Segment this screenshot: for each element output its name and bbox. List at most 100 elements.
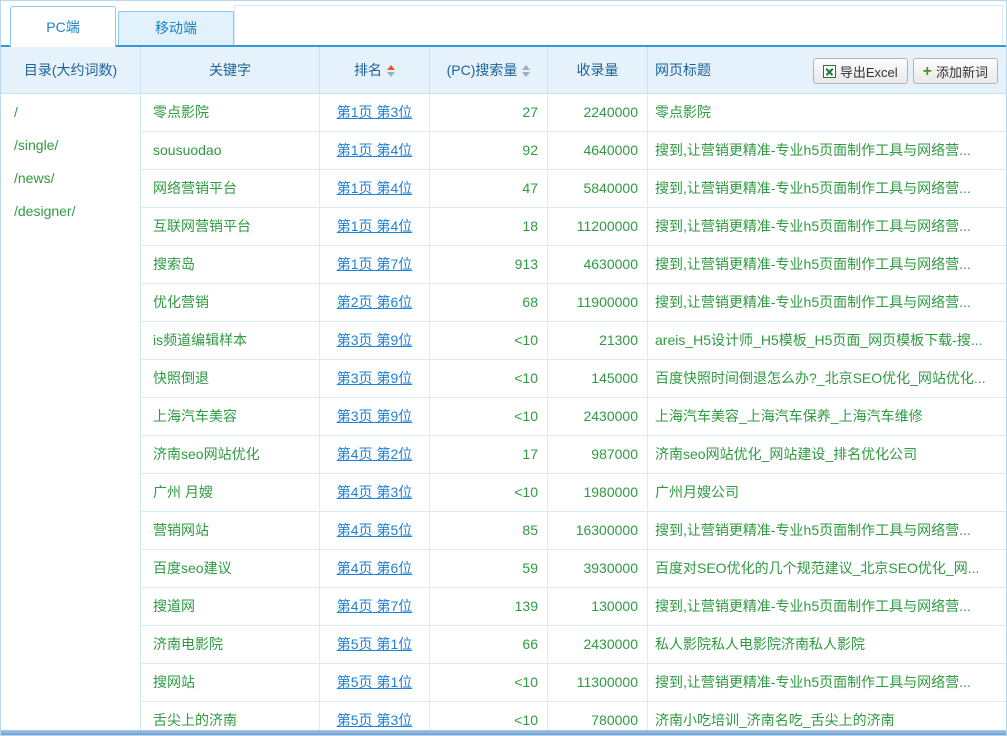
rank-cell: 第1页 第3位 xyxy=(320,94,430,131)
col-header-rank[interactable]: 排名 xyxy=(320,47,430,93)
table-row: 网络营销平台 第1页 第4位 47 5840000 搜到,让营销更精准-专业h5… xyxy=(141,170,1006,208)
keyword-cell: 百度seo建议 xyxy=(141,550,320,587)
rank-cell: 第1页 第7位 xyxy=(320,246,430,283)
rank-cell: 第4页 第3位 xyxy=(320,474,430,511)
rank-cell: 第3页 第9位 xyxy=(320,398,430,435)
directory-path-item[interactable]: /news/ xyxy=(1,162,140,195)
rank-link[interactable]: 第2页 第6位 xyxy=(337,294,412,310)
page-title-cell: 济南seo网站优化_网站建设_排名优化公司 xyxy=(648,436,1006,473)
search-volume-cell: 92 xyxy=(430,132,548,169)
page-title-cell: 搜到,让营销更精准-专业h5页面制作工具与网络营... xyxy=(648,132,1006,169)
search-volume-sort-icon[interactable] xyxy=(522,65,530,77)
tab-bar-underline xyxy=(1,45,1006,47)
rank-cell: 第5页 第1位 xyxy=(320,664,430,701)
table-row: 上海汽车美容 第3页 第9位 <10 2430000 上海汽车美容_上海汽车保养… xyxy=(141,398,1006,436)
page-title-cell: 广州月嫂公司 xyxy=(648,474,1006,511)
tab-bar-empty-area xyxy=(234,5,1003,45)
export-excel-button[interactable]: 导出Excel xyxy=(813,58,908,84)
rank-cell: 第4页 第5位 xyxy=(320,512,430,549)
table-row: 互联网营销平台 第1页 第4位 18 11200000 搜到,让营销更精准-专业… xyxy=(141,208,1006,246)
index-count-cell: 16300000 xyxy=(548,512,648,549)
table-row: 广州 月嫂 第4页 第3位 <10 1980000 广州月嫂公司 xyxy=(141,474,1006,512)
sort-asc-arrow xyxy=(387,65,395,70)
directory-path-item[interactable]: /designer/ xyxy=(1,195,140,228)
index-count-cell: 4640000 xyxy=(548,132,648,169)
index-count-cell: 3930000 xyxy=(548,550,648,587)
rank-cell: 第1页 第4位 xyxy=(320,170,430,207)
rank-link[interactable]: 第4页 第6位 xyxy=(337,560,412,576)
directory-column: / /single/ /news/ /designer/ xyxy=(1,94,141,735)
col-header-keyword: 关键字 xyxy=(141,47,320,93)
search-volume-cell: 59 xyxy=(430,550,548,587)
page-title-cell: 搜到,让营销更精准-专业h5页面制作工具与网络营... xyxy=(648,588,1006,625)
page-title-cell: 搜到,让营销更精准-专业h5页面制作工具与网络营... xyxy=(648,512,1006,549)
table-row: 济南电影院 第5页 第1位 66 2430000 私人影院私人电影院济南私人影院 xyxy=(141,626,1006,664)
add-keyword-label: 添加新词 xyxy=(936,62,988,81)
index-count-cell: 987000 xyxy=(548,436,648,473)
directory-path-item[interactable]: /single/ xyxy=(1,129,140,162)
search-volume-cell: 68 xyxy=(430,284,548,321)
rank-cell: 第2页 第6位 xyxy=(320,284,430,321)
tab-pc[interactable]: PC端 xyxy=(10,6,116,47)
horizontal-scrollbar[interactable] xyxy=(1,730,1006,735)
rank-link[interactable]: 第4页 第2位 xyxy=(337,446,412,462)
table-row: sousuodao 第1页 第4位 92 4640000 搜到,让营销更精准-专… xyxy=(141,132,1006,170)
keyword-cell: 快照倒退 xyxy=(141,360,320,397)
rank-link[interactable]: 第3页 第9位 xyxy=(337,332,412,348)
rank-cell: 第5页 第1位 xyxy=(320,626,430,663)
page-title-cell: 零点影院 xyxy=(648,94,1006,131)
rank-link[interactable]: 第4页 第3位 xyxy=(337,484,412,500)
table-body: 零点影院 第1页 第3位 27 2240000 零点影院 sousuodao 第… xyxy=(141,94,1006,735)
keyword-cell: 零点影院 xyxy=(141,94,320,131)
col-header-search-volume[interactable]: (PC)搜索量 xyxy=(430,47,548,93)
page-title-cell: areis_H5设计师_H5模板_H5页面_网页模板下载-搜... xyxy=(648,322,1006,359)
rank-link[interactable]: 第1页 第3位 xyxy=(337,104,412,120)
rank-link[interactable]: 第4页 第7位 xyxy=(337,598,412,614)
page-title-cell: 百度对SEO优化的几个规范建议_北京SEO优化_网... xyxy=(648,550,1006,587)
plus-icon: + xyxy=(923,65,932,78)
keyword-cell: 广州 月嫂 xyxy=(141,474,320,511)
table-row: 营销网站 第4页 第5位 85 16300000 搜到,让营销更精准-专业h5页… xyxy=(141,512,1006,550)
index-count-cell: 2240000 xyxy=(548,94,648,131)
keyword-cell: 上海汽车美容 xyxy=(141,398,320,435)
page-title-cell: 搜到,让营销更精准-专业h5页面制作工具与网络营... xyxy=(648,246,1006,283)
keyword-cell: 互联网营销平台 xyxy=(141,208,320,245)
rank-link[interactable]: 第1页 第4位 xyxy=(337,180,412,196)
rank-link[interactable]: 第1页 第7位 xyxy=(337,256,412,272)
table-row: is频道编辑样本 第3页 第9位 <10 21300 areis_H5设计师_H… xyxy=(141,322,1006,360)
keyword-cell: 济南seo网站优化 xyxy=(141,436,320,473)
rank-link[interactable]: 第5页 第3位 xyxy=(337,712,412,728)
search-volume-cell: 18 xyxy=(430,208,548,245)
tab-mobile[interactable]: 移动端 xyxy=(118,11,234,45)
search-volume-cell: 27 xyxy=(430,94,548,131)
rank-cell: 第4页 第6位 xyxy=(320,550,430,587)
rank-link[interactable]: 第1页 第4位 xyxy=(337,218,412,234)
col-header-rank-label: 排名 xyxy=(354,62,382,78)
rank-cell: 第4页 第2位 xyxy=(320,436,430,473)
rank-link[interactable]: 第4页 第5位 xyxy=(337,522,412,538)
index-count-cell: 5840000 xyxy=(548,170,648,207)
rank-sort-icon[interactable] xyxy=(387,65,395,77)
rank-link[interactable]: 第1页 第4位 xyxy=(337,142,412,158)
page-title-cell: 搜到,让营销更精准-专业h5页面制作工具与网络营... xyxy=(648,170,1006,207)
excel-icon xyxy=(823,65,836,78)
export-excel-label: 导出Excel xyxy=(840,62,898,81)
rank-link[interactable]: 第5页 第1位 xyxy=(337,636,412,652)
rank-link[interactable]: 第5页 第1位 xyxy=(337,674,412,690)
rank-link[interactable]: 第3页 第9位 xyxy=(337,408,412,424)
page-title-cell: 上海汽车美容_上海汽车保养_上海汽车维修 xyxy=(648,398,1006,435)
search-volume-cell: <10 xyxy=(430,664,548,701)
directory-path-item[interactable]: / xyxy=(1,96,140,129)
rank-cell: 第4页 第7位 xyxy=(320,588,430,625)
table-row: 快照倒退 第3页 第9位 <10 145000 百度快照时间倒退怎么办?_北京S… xyxy=(141,360,1006,398)
page-title-cell: 私人影院私人电影院济南私人影院 xyxy=(648,626,1006,663)
table-row: 百度seo建议 第4页 第6位 59 3930000 百度对SEO优化的几个规范… xyxy=(141,550,1006,588)
keyword-cell: 营销网站 xyxy=(141,512,320,549)
page-title-cell: 搜到,让营销更精准-专业h5页面制作工具与网络营... xyxy=(648,664,1006,701)
table-row: 搜道网 第4页 第7位 139 130000 搜到,让营销更精准-专业h5页面制… xyxy=(141,588,1006,626)
search-volume-cell: <10 xyxy=(430,474,548,511)
col-header-index-count: 收录量 xyxy=(548,47,648,93)
add-keyword-button[interactable]: + 添加新词 xyxy=(913,58,998,84)
search-volume-cell: 66 xyxy=(430,626,548,663)
rank-link[interactable]: 第3页 第9位 xyxy=(337,370,412,386)
